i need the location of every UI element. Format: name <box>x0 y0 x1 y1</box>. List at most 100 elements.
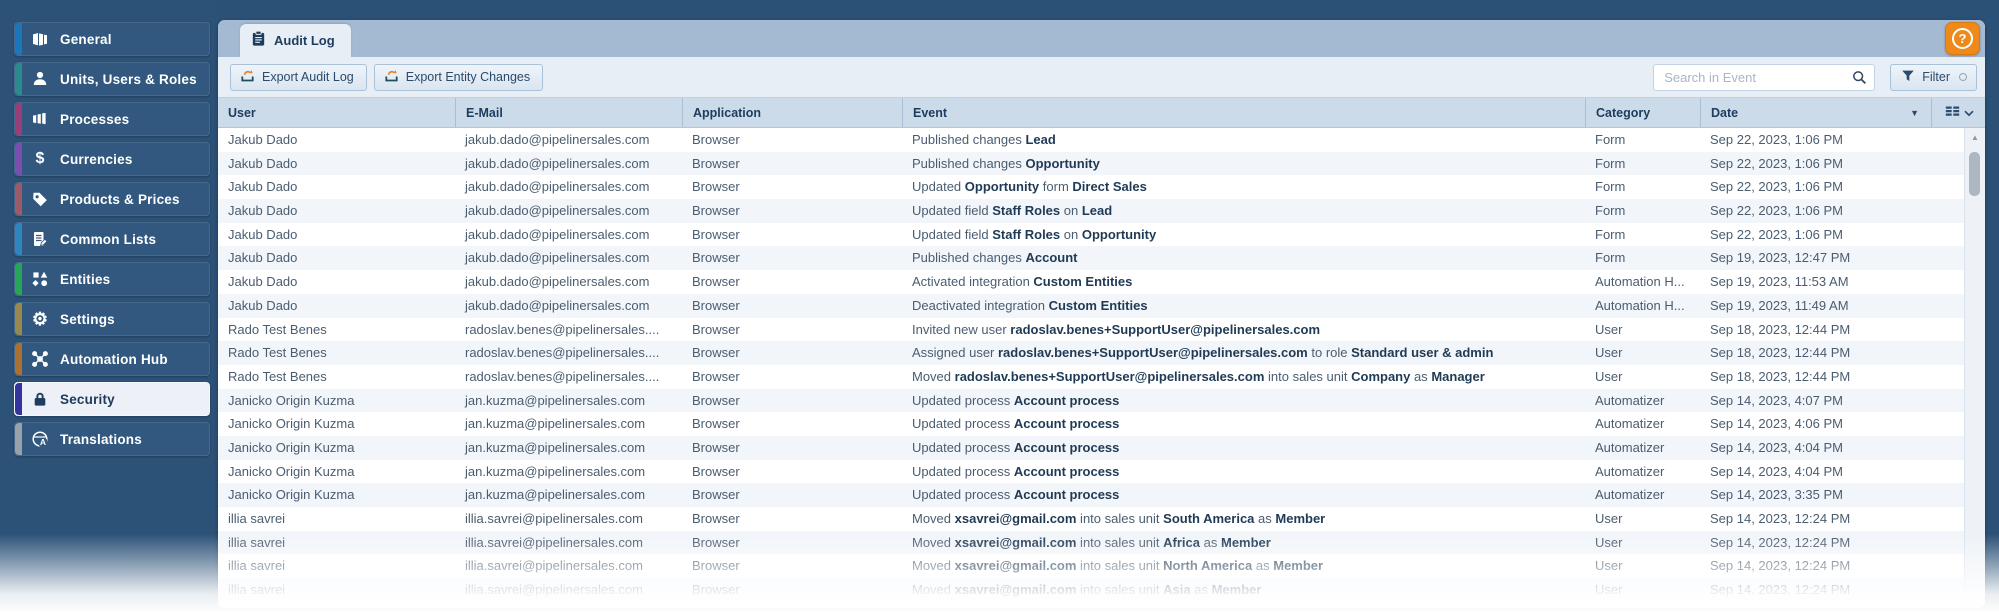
sidebar-item-settings[interactable]: ⚙ Settings <box>14 302 210 336</box>
sidebar-item-products-prices[interactable]: Products & Prices <box>14 182 210 216</box>
vertical-scrollbar[interactable]: ▲ <box>1964 128 1985 608</box>
cell-email: illia.savrei@pipelinersales.com <box>465 582 643 598</box>
filter-status-dot <box>1959 73 1967 81</box>
cell-user: Jakub Dado <box>228 226 298 242</box>
table-row[interactable]: Janicko Origin Kuzma jan.kuzma@pipeliners… <box>218 435 1985 460</box>
cell-email: jan.kuzma@pipelinersales.com <box>465 439 646 455</box>
cell-date: Sep 14, 2023, 12:24 PM <box>1710 558 1851 574</box>
cell-category: User <box>1595 582 1623 598</box>
cell-user: Janicko Origin Kuzma <box>228 416 355 432</box>
search-input[interactable] <box>1653 63 1876 91</box>
cell-event: Deactivated integration Custom Entities <box>912 297 1148 313</box>
cell-application: Browser <box>692 297 740 313</box>
filter-button[interactable]: Filter <box>1890 63 1977 91</box>
security-icon <box>28 390 52 408</box>
table-row[interactable]: Jakub Dado jakub.dado@pipelinersales.com B… <box>218 151 1985 176</box>
column-header-user[interactable]: User <box>218 98 455 127</box>
cell-email: radoslav.benes@pipelinersales.... <box>465 368 660 384</box>
table-row[interactable]: Janicko Origin Kuzma jan.kuzma@pipeliners… <box>218 388 1985 413</box>
question-mark-icon: ? <box>1952 28 1973 49</box>
table-row[interactable]: Jakub Dado jakub.dado@pipelinersales.com B… <box>218 199 1985 223</box>
sort-desc-icon[interactable]: ▼ <box>1910 108 1919 118</box>
sidebar-item-processes[interactable]: Processes <box>14 102 210 136</box>
table-row[interactable]: Jakub Dado jakub.dado@pipelinersales.com B… <box>218 128 1985 152</box>
table-row[interactable]: illia savreiillia.savrei@pipelinersales.… <box>218 578 1985 602</box>
admin-sidebar: General Units, Users & Roles Processes $ Cur… <box>0 0 218 614</box>
currencies-icon: $ <box>35 150 45 167</box>
cell-date: Sep 14, 2023, 3:35 PM <box>1710 487 1843 503</box>
table-row[interactable]: Jakub Dado jakub.dado@pipelinersales.com B… <box>218 175 1985 199</box>
cell-event: Updated field Staff Roles on Opportunity <box>912 226 1157 242</box>
cell-category: Form <box>1595 155 1626 171</box>
cell-email: jakub.dado@pipelinersales.com <box>465 297 650 313</box>
search-icon[interactable] <box>1851 69 1868 91</box>
cell-date: Sep 19, 2023, 12:47 PM <box>1710 250 1851 266</box>
export-entity-changes-button[interactable]: Export Entity Changes <box>373 63 544 91</box>
table-row[interactable]: Jakub Dado jakub.dado@pipelinersales.com B… <box>218 246 1985 271</box>
cell-category: User <box>1595 321 1623 337</box>
help-button[interactable]: ? <box>1945 22 1980 55</box>
sidebar-item-entities[interactable]: Entities <box>14 262 210 296</box>
cell-application: Browser <box>692 203 740 219</box>
scrollbar-thumb[interactable] <box>1969 152 1980 196</box>
cell-application: Browser <box>692 368 740 384</box>
cell-category: Form <box>1595 132 1626 147</box>
accent-bar <box>15 303 22 335</box>
search-box <box>1653 63 1876 91</box>
translations-icon: A <box>28 430 52 448</box>
cell-event: Updated process Account process <box>912 392 1120 408</box>
cell-category: Automation H... <box>1595 274 1685 290</box>
cell-application: Browser <box>692 463 740 479</box>
sidebar-item-security[interactable]: Security <box>14 382 210 416</box>
table-row[interactable]: illia savreiillia.savrei@pipelinersales.… <box>218 530 1985 555</box>
sidebar-item-translations[interactable]: A Translations <box>14 422 210 456</box>
sidebar-item-currencies[interactable]: $ Currencies <box>14 142 210 176</box>
table-row[interactable]: Janicko Origin Kuzma jan.kuzma@pipeliners… <box>218 412 1985 436</box>
sidebar-item-label: Units, Users & Roles <box>60 71 197 87</box>
sidebar-item-label: Common Lists <box>60 231 157 247</box>
sidebar-item-general[interactable]: General <box>14 22 210 56</box>
export-icon <box>239 67 256 87</box>
cell-event: Updated process Account process <box>912 487 1120 503</box>
sidebar-item-label: Currencies <box>60 151 133 167</box>
cell-email: jan.kuzma@pipelinersales.com <box>465 487 646 503</box>
cell-application: Browser <box>692 511 740 526</box>
column-header-application[interactable]: Application <box>682 98 902 127</box>
cell-category: Form <box>1595 226 1626 242</box>
column-header-email[interactable]: E-Mail <box>455 98 682 127</box>
table-rows: Jakub Dado jakub.dado@pipelinersales.com B… <box>218 128 1985 608</box>
chevron-down-icon <box>1964 106 1974 120</box>
cell-user: Jakub Dado <box>228 155 298 171</box>
audit-log-toolbar: Export Audit Log Export Entity Changes F… <box>218 57 1985 98</box>
sidebar-item-units-users-roles[interactable]: Units, Users & Roles <box>14 62 210 96</box>
export-audit-log-button[interactable]: Export Audit Log <box>230 63 367 91</box>
cell-application: Browser <box>692 132 740 147</box>
column-header-date[interactable]: Date ▼ <box>1700 98 1931 127</box>
column-picker-button[interactable] <box>1931 98 1985 127</box>
cell-date: Sep 18, 2023, 12:44 PM <box>1710 321 1851 337</box>
sidebar-item-automation-hub[interactable]: Automation Hub <box>14 342 210 376</box>
table-row[interactable]: Jakub Dado jakub.dado@pipelinersales.com B… <box>218 293 1985 318</box>
table-row[interactable]: Rado Test Benes radoslav.benes@pipeliners… <box>218 318 1985 342</box>
cell-category: Form <box>1595 203 1626 219</box>
table-row[interactable]: Janicko Origin Kuzma jan.kuzma@pipeliners… <box>218 483 1985 507</box>
export-icon <box>383 67 400 87</box>
table-row[interactable]: illia savreiillia.savrei@pipelinersales.… <box>218 554 1985 578</box>
cell-application: Browser <box>692 179 740 195</box>
column-header-event[interactable]: Event <box>902 98 1585 127</box>
table-row[interactable]: Janicko Origin Kuzma jan.kuzma@pipeliners… <box>218 460 1985 484</box>
column-header-category[interactable]: Category <box>1585 98 1700 127</box>
accent-bar <box>15 223 22 255</box>
cell-date: Sep 14, 2023, 12:24 PM <box>1710 534 1851 550</box>
filter-funnel-icon <box>1900 68 1916 87</box>
cell-user: illia savrei <box>228 558 286 574</box>
table-row[interactable]: Jakub Dado jakub.dado@pipelinersales.com B… <box>218 223 1985 247</box>
table-row[interactable]: illia savreiillia.savrei@pipelinersales.… <box>218 507 1985 531</box>
scroll-up-arrow[interactable]: ▲ <box>1965 128 1985 142</box>
table-row[interactable]: Rado Test Benes radoslav.benes@pipeliners… <box>218 341 1985 365</box>
tab-audit-log[interactable]: Audit Log <box>240 24 351 57</box>
table-row[interactable]: Jakub Dado jakub.dado@pipelinersales.com B… <box>218 270 1985 294</box>
table-row[interactable]: illia savreiillia.savrei@pipelinersales.… <box>218 602 1985 608</box>
sidebar-item-common-lists[interactable]: Common Lists <box>14 222 210 256</box>
table-row[interactable]: Rado Test Benes radoslav.benes@pipeliners… <box>218 365 1985 389</box>
